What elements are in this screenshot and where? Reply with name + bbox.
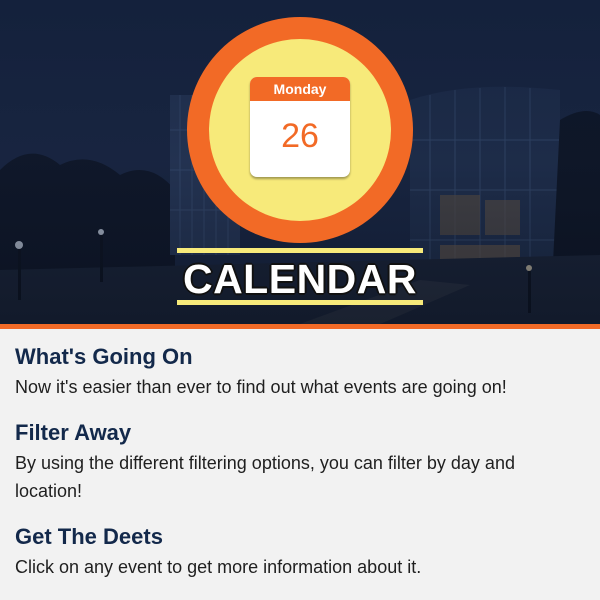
title-bar-top <box>177 248 423 253</box>
feature-section: What's Going On Now it's easier than eve… <box>15 343 585 401</box>
calendar-icon-day: Monday <box>250 77 350 101</box>
feature-list: What's Going On Now it's easier than eve… <box>0 329 600 581</box>
feature-description: Now it's easier than ever to find out wh… <box>15 377 507 397</box>
feature-heading: Get The Deets <box>15 524 163 549</box>
page-title: CALENDAR <box>182 256 418 302</box>
calendar-icon: Monday 26 <box>250 77 350 177</box>
feature-section: Get The Deets Click on any event to get … <box>15 523 585 581</box>
calendar-icon-date: 26 <box>281 117 319 155</box>
title-bar-bottom <box>177 300 423 305</box>
feature-section: Filter Away By using the different filte… <box>15 419 585 505</box>
hero-banner: Monday 26 CALENDAR <box>0 0 600 324</box>
feature-description: By using the different filtering options… <box>15 453 515 501</box>
feature-description: Click on any event to get more informati… <box>15 557 422 577</box>
feature-heading: What's Going On <box>15 344 193 369</box>
page-title-block: CALENDAR <box>177 248 423 309</box>
feature-heading: Filter Away <box>15 420 132 445</box>
